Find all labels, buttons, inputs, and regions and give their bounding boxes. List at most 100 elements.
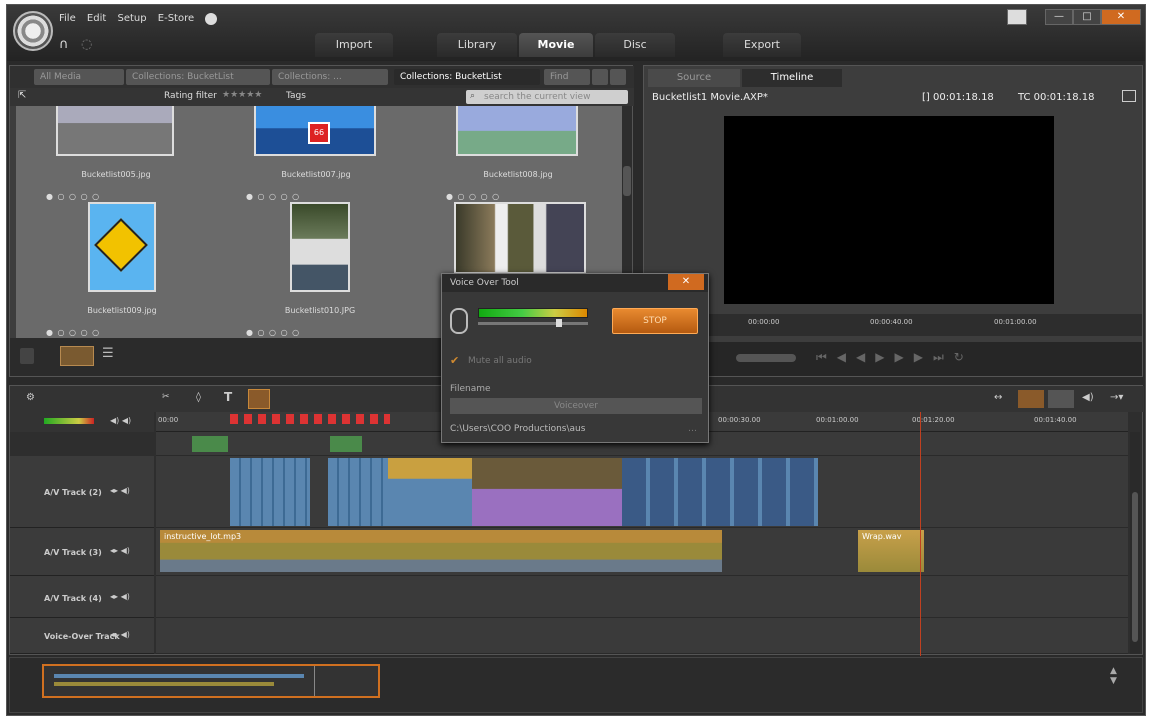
track-lane bbox=[156, 456, 1128, 528]
video-clip[interactable] bbox=[328, 458, 388, 526]
scrub-tick: 00:00:40.00 bbox=[870, 318, 913, 326]
thumb-item[interactable] bbox=[454, 202, 586, 274]
track-header[interactable]: A/V Track (4) ◂▸ ◀) bbox=[10, 576, 154, 618]
tab-library[interactable]: Library bbox=[437, 33, 517, 57]
help-icon[interactable]: ? bbox=[205, 13, 218, 25]
rating-dots[interactable]: ● ○ ○ ○ ○ bbox=[46, 328, 100, 337]
title-tool-icon[interactable]: T bbox=[224, 390, 232, 404]
tab-source[interactable]: Source bbox=[648, 69, 740, 87]
crumb-current[interactable]: Collections: BucketList bbox=[394, 69, 540, 85]
title-clip[interactable] bbox=[192, 436, 228, 452]
stop-button[interactable]: STOP bbox=[612, 308, 698, 334]
save-path: C:\Users\COO Productions\aus bbox=[450, 424, 586, 434]
crumb-all-media[interactable]: All Media bbox=[34, 69, 124, 85]
maximize-button[interactable]: □ bbox=[1073, 9, 1101, 25]
scrollbar-thumb[interactable] bbox=[623, 166, 631, 196]
snap-icon[interactable] bbox=[1018, 390, 1044, 408]
nav-zoom-icon[interactable]: ▲ ▼ bbox=[1110, 666, 1117, 686]
fullscreen-icon[interactable] bbox=[1122, 90, 1136, 102]
app-window: File Edit Setup E-Store ? ∩ ◌ Import Lib… bbox=[6, 4, 1146, 716]
mute-checkbox[interactable]: ✔ bbox=[450, 354, 459, 367]
speaker-icon[interactable]: ◀) ◀) bbox=[110, 416, 131, 425]
notification-icon[interactable] bbox=[1007, 9, 1027, 25]
slider-thumb[interactable] bbox=[556, 319, 562, 327]
rating-stars[interactable]: ★★★★★ bbox=[222, 90, 262, 100]
tags-label[interactable]: Tags bbox=[286, 91, 306, 101]
thumbnail-view-icon[interactable] bbox=[60, 346, 94, 366]
track-header[interactable]: A/V Track (2) ◂▸ ◀) bbox=[10, 456, 154, 528]
playhead[interactable] bbox=[920, 412, 921, 656]
thumb-item[interactable] bbox=[456, 106, 578, 156]
rating-dots[interactable]: ● ○ ○ ○ ○ bbox=[46, 192, 100, 201]
crumb-collections-2[interactable]: Collections: ... bbox=[272, 69, 388, 85]
track-audio-icon[interactable]: ◂▸ ◀) bbox=[110, 630, 130, 639]
edit-mode-icon[interactable] bbox=[1048, 390, 1074, 408]
volume-slider[interactable] bbox=[736, 354, 796, 362]
audio-clip[interactable]: Wrap.wav bbox=[858, 530, 924, 572]
headphone-icon[interactable]: ∩ bbox=[59, 37, 69, 52]
navigator-viewport[interactable] bbox=[42, 664, 380, 698]
track-lane bbox=[156, 576, 1128, 618]
video-clip[interactable] bbox=[230, 458, 310, 526]
voiceover-tool-icon[interactable] bbox=[248, 389, 270, 409]
filter-icon[interactable]: ⇱ bbox=[18, 90, 26, 101]
close-button[interactable]: ✕ bbox=[1101, 9, 1141, 25]
timeline-scrollbar[interactable] bbox=[1130, 432, 1140, 654]
menu-setup[interactable]: Setup bbox=[117, 13, 146, 24]
dialog-close-button[interactable]: ✕ bbox=[668, 274, 704, 290]
collapse-icon[interactable] bbox=[610, 69, 626, 85]
scrub-bar[interactable]: 00:00:00 00:00:40.00 00:01:00.00 bbox=[644, 314, 1142, 336]
thumb-item[interactable] bbox=[56, 106, 174, 156]
trash-icon[interactable] bbox=[20, 348, 34, 364]
playback-buttons[interactable]: ⏮◀◀▶▶▶⏭↻ bbox=[816, 350, 974, 365]
thumb-item[interactable] bbox=[290, 202, 350, 292]
timeline-navigator[interactable]: ▲ ▼ bbox=[9, 657, 1143, 713]
nav-divider bbox=[314, 666, 315, 696]
menu-file[interactable]: File bbox=[59, 13, 76, 24]
title-clip[interactable] bbox=[330, 436, 362, 452]
minimize-button[interactable]: — bbox=[1045, 9, 1073, 25]
list-view-icon[interactable]: ☰ bbox=[102, 346, 130, 366]
rating-dots[interactable]: ● ○ ○ ○ ○ bbox=[446, 192, 500, 201]
razor-icon[interactable]: ✂ bbox=[162, 392, 170, 402]
video-clip[interactable] bbox=[388, 458, 472, 526]
filename-input[interactable]: Voiceover bbox=[450, 398, 702, 414]
menu-estore[interactable]: E-Store bbox=[158, 13, 194, 24]
tab-import[interactable]: Import bbox=[315, 33, 393, 57]
tab-timeline[interactable]: Timeline bbox=[742, 69, 842, 87]
tab-disc[interactable]: Disc bbox=[595, 33, 675, 57]
project-title: Bucketlist1 Movie.AXP* bbox=[652, 92, 768, 103]
tab-movie[interactable]: Movie bbox=[519, 33, 593, 57]
marker-icon[interactable]: ◊ bbox=[196, 392, 201, 403]
rating-dots[interactable]: ● ○ ○ ○ ○ bbox=[246, 328, 300, 337]
track-audio-icon[interactable]: ◂▸ ◀) bbox=[110, 486, 130, 495]
settings-icon[interactable]: ⚙ bbox=[26, 392, 35, 403]
rating-dots[interactable]: ● ○ ○ ○ ○ bbox=[246, 192, 300, 201]
find-button[interactable]: Find bbox=[544, 69, 590, 85]
app-logo-icon[interactable] bbox=[13, 11, 53, 51]
audio-clip[interactable]: instructive_lot.mp3 bbox=[160, 530, 722, 572]
thumb-caption: Bucketlist010.JPG bbox=[284, 306, 356, 315]
crumb-collections[interactable]: Collections: BucketList bbox=[126, 69, 270, 85]
search-input[interactable]: search the current view bbox=[466, 90, 628, 104]
thumb-item[interactable] bbox=[88, 202, 156, 292]
track-audio-icon[interactable]: ◂▸ ◀) bbox=[110, 592, 130, 601]
fit-icon[interactable]: ↔ bbox=[994, 392, 1002, 403]
tab-export[interactable]: Export bbox=[723, 33, 801, 57]
master-level-meter bbox=[44, 418, 94, 424]
video-clip[interactable] bbox=[622, 458, 818, 526]
scrub-tick: 00:01:00.00 bbox=[994, 318, 1037, 326]
track-audio-icon[interactable]: ◂▸ ◀) bbox=[110, 546, 130, 555]
audio-icon[interactable]: ◀) bbox=[1082, 392, 1094, 403]
marker-flags[interactable] bbox=[230, 414, 390, 424]
menu-edit[interactable]: Edit bbox=[87, 13, 106, 24]
record-level-slider[interactable] bbox=[478, 319, 588, 327]
track-header[interactable]: Voice-Over Track ◂▸ ◀) bbox=[10, 618, 154, 654]
browse-icon[interactable]: … bbox=[688, 424, 697, 434]
video-clip[interactable] bbox=[472, 458, 622, 526]
arrow-right-icon[interactable] bbox=[592, 69, 608, 85]
navigate-icon[interactable]: →▾ bbox=[1110, 392, 1123, 403]
scrollbar-thumb[interactable] bbox=[1132, 492, 1138, 642]
thumb-item[interactable]: 66 bbox=[254, 106, 376, 156]
track-header[interactable]: A/V Track (3) ◂▸ ◀) bbox=[10, 528, 154, 576]
